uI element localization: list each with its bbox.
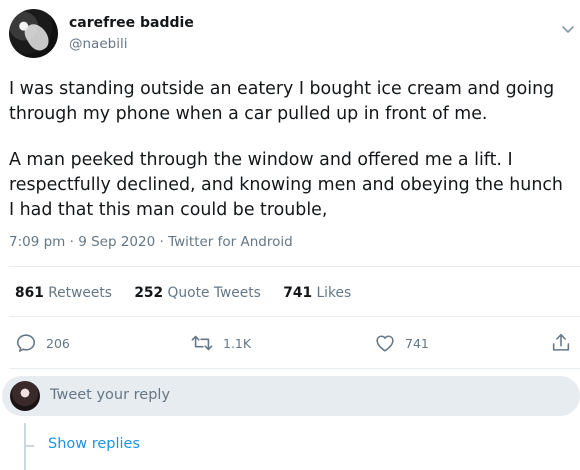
meta-separator: ·: [69, 234, 74, 250]
thread-connector: [24, 445, 34, 447]
retweets-stat[interactable]: 861 Retweets: [15, 285, 112, 301]
reply-icon: [16, 334, 36, 352]
retweets-label: Retweets: [48, 285, 112, 301]
reply-composer[interactable]: Tweet your reply: [2, 376, 580, 416]
tweet-time[interactable]: 7:09 pm: [9, 234, 65, 250]
reply-count: 206: [46, 335, 70, 351]
likes-count: 741: [283, 285, 313, 301]
likes-label: Likes: [316, 285, 352, 301]
meta-separator: ·: [159, 234, 164, 250]
tweet-source[interactable]: Twitter for Android: [168, 234, 293, 250]
divider: [9, 266, 580, 267]
reply-button[interactable]: 206: [15, 330, 70, 356]
like-icon: [376, 335, 394, 352]
tweet-date[interactable]: 9 Sep 2020: [78, 234, 155, 250]
likes-stat[interactable]: 741 Likes: [283, 285, 351, 301]
like-count: 741: [405, 335, 429, 351]
quotes-label: Quote Tweets: [167, 285, 261, 301]
tweet-meta: 7:09 pm · 9 Sep 2020 · Twitter for Andro…: [9, 234, 293, 250]
divider: [9, 368, 580, 369]
author-display-name[interactable]: carefree baddie: [69, 15, 194, 31]
retweet-count: 1.1K: [223, 335, 252, 351]
share-icon: [552, 333, 570, 351]
divider: [9, 316, 580, 317]
retweet-icon: [191, 335, 213, 351]
share-button[interactable]: [550, 330, 580, 356]
reply-input[interactable]: Tweet your reply: [50, 387, 170, 403]
quotes-count: 252: [134, 285, 164, 301]
like-button[interactable]: 741: [374, 330, 429, 356]
tweet-header: carefree baddie @naebili: [0, 0, 580, 72]
author-handle[interactable]: @naebili: [69, 36, 127, 52]
show-replies-link[interactable]: Show replies: [48, 436, 140, 452]
tweet-paragraph-2: A man peeked through the window and offe…: [9, 150, 563, 220]
tweet-actions: 206 1.1K 741: [0, 330, 580, 358]
tweet-stats: 861 Retweets 252 Quote Tweets 741 Likes: [15, 285, 369, 301]
quote-tweets-stat[interactable]: 252 Quote Tweets: [134, 285, 261, 301]
retweet-button[interactable]: 1.1K: [190, 330, 251, 356]
caret-down-icon[interactable]: [561, 22, 575, 36]
author-avatar[interactable]: [9, 9, 58, 58]
retweets-count: 861: [15, 285, 44, 301]
tweet-paragraph-1: I was standing outside an eatery I bough…: [9, 79, 555, 124]
current-user-avatar[interactable]: [10, 381, 40, 411]
